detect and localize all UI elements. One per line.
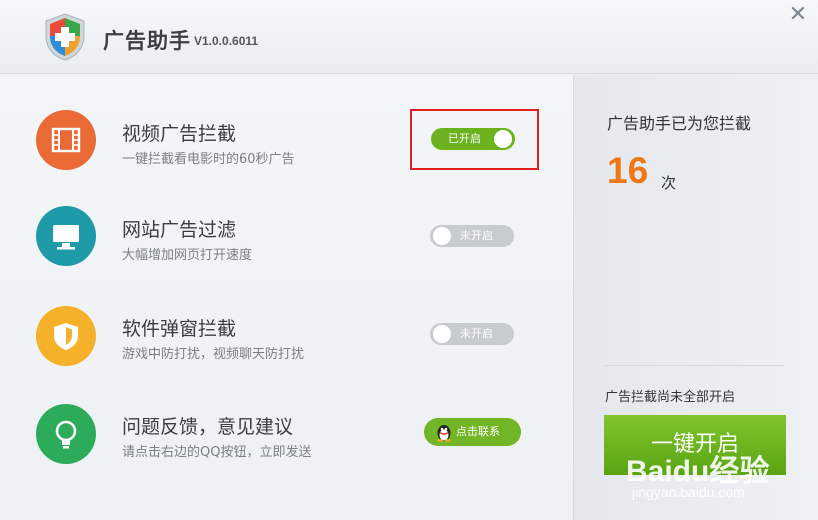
toggle-label: 未开启 (460, 229, 493, 242)
feature-description: 一键拦截看电影时的60秒广告 (122, 152, 295, 167)
qq-button-label: 点击联系 (456, 425, 500, 438)
qq-contact-button[interactable]: 点击联系 (424, 418, 521, 446)
feature-title: 软件弹窗拦截 (122, 318, 237, 340)
highlight-box (410, 109, 539, 170)
film-icon (36, 110, 96, 170)
blocked-count-unit: 次 (661, 174, 677, 192)
monitor-icon (36, 206, 96, 266)
blocked-count: 16 (607, 150, 649, 191)
feature-description: 游戏中防打扰，视频聊天防打扰 (122, 347, 305, 362)
enable-all-button[interactable]: 一键开启 (604, 415, 786, 475)
toggle-knob (433, 325, 451, 343)
feature-description: 大幅增加网页打开速度 (122, 248, 253, 263)
toggle-label: 未开启 (460, 327, 493, 340)
app-title: 广告助手 (103, 29, 191, 53)
shield-logo-icon (42, 12, 88, 62)
divider (603, 365, 785, 366)
close-icon[interactable]: ✕ (787, 4, 809, 26)
feature-title: 视频广告拦截 (122, 123, 237, 145)
shield-icon (36, 306, 96, 366)
status-note: 广告拦截尚未全部开启 (605, 390, 736, 405)
toggle-knob (433, 227, 451, 245)
app-version: V1.0.0.6011 (194, 34, 259, 48)
blocked-count-title: 广告助手已为您拦截 (607, 114, 752, 133)
feature-description: 请点击右边的QQ按钮，立即发送 (122, 445, 312, 460)
lightbulb-icon (36, 404, 96, 464)
feature-title: 问题反馈，意见建议 (122, 416, 294, 438)
title-bar: 广告助手 V1.0.0.6011 ✕ (0, 0, 818, 74)
website-ad-toggle[interactable]: 未开启 (430, 225, 514, 247)
popup-block-toggle[interactable]: 未开启 (430, 323, 514, 345)
feature-title: 网站广告过滤 (122, 219, 237, 241)
qq-penguin-icon (437, 425, 451, 442)
